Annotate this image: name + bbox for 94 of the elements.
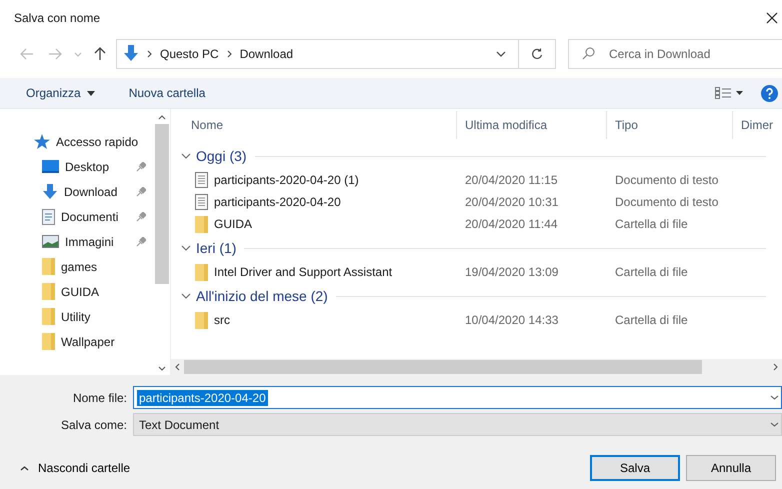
text-file-icon <box>195 194 208 210</box>
view-options-icon[interactable] <box>715 87 743 99</box>
chevron-icon <box>226 50 232 58</box>
table-cell-text: Cartella di file <box>614 313 689 327</box>
refresh-icon[interactable] <box>531 48 543 60</box>
pin-icon <box>136 212 146 222</box>
search-field[interactable]: Cerca in Download <box>568 39 782 69</box>
column-header[interactable]: Dimer <box>733 111 782 139</box>
pin-icon <box>136 162 146 172</box>
sidebar-item[interactable]: Accesso rapido <box>0 129 154 154</box>
caret-up-icon <box>20 466 29 470</box>
sidebar-label: games <box>61 260 98 274</box>
file-name[interactable]: src <box>214 313 230 327</box>
monitor-icon <box>42 160 59 173</box>
scroll-up-icon[interactable] <box>158 115 166 120</box>
sidebar-item[interactable]: Wallpaper <box>0 329 154 354</box>
download-icon <box>42 184 58 200</box>
folder-icon <box>195 216 208 232</box>
folder-icon <box>42 333 55 350</box>
group-header[interactable]: Oggi (3) <box>196 148 247 164</box>
table-cell-text: Documento di testo <box>614 173 720 187</box>
dropdown-icon[interactable] <box>770 395 779 400</box>
close-icon[interactable] <box>766 12 778 24</box>
field-label: Salva come: <box>60 418 128 432</box>
collapse-chevron-icon[interactable] <box>181 245 191 251</box>
sidebar-item[interactable]: games <box>0 254 154 279</box>
dialog-button[interactable]: Annulla <box>686 455 776 481</box>
collapse-chevron-icon[interactable] <box>181 153 191 159</box>
up-arrow-icon[interactable] <box>94 47 106 61</box>
sidebar-item[interactable]: Desktop <box>0 154 154 179</box>
caret-icon <box>86 90 95 96</box>
breadcrumb[interactable]: Questo PC <box>160 47 219 61</box>
search-icon <box>582 47 595 60</box>
dropdown-icon[interactable] <box>496 51 506 57</box>
column-header[interactable]: Ultima modifica <box>457 111 607 139</box>
folder-icon <box>42 308 55 325</box>
folder-icon <box>195 264 208 280</box>
file-type-dropdown[interactable]: Text Document <box>133 413 782 436</box>
file-name[interactable]: participants-2020-04-20 <box>214 195 341 209</box>
folder-icon <box>195 312 208 328</box>
dialog-button[interactable]: Salva <box>590 455 680 481</box>
toolbar-button[interactable]: Organizza <box>18 82 103 104</box>
sidebar-item[interactable]: Utility <box>0 304 154 329</box>
sidebar-label: Accesso rapido <box>56 134 140 148</box>
star-icon <box>34 134 50 149</box>
text-file-icon <box>195 172 208 188</box>
sidebar-item[interactable]: Download <box>0 179 154 204</box>
column-header[interactable]: Tipo <box>607 111 733 139</box>
sidebar-label: Immagini <box>65 234 115 248</box>
pin-icon <box>136 186 146 196</box>
group-header[interactable]: Ieri (1) <box>196 240 236 256</box>
hide-folders-toggle[interactable]: Nascondi cartelle <box>0 460 136 476</box>
table-cell-text: 10/04/2020 14:33 <box>464 313 560 327</box>
scroll-left-icon[interactable] <box>175 363 180 371</box>
help-icon[interactable] <box>761 84 778 102</box>
document-icon <box>42 208 55 224</box>
table-cell-text: Cartella di file <box>614 217 689 231</box>
sidebar-item[interactable]: GUIDA <box>0 279 154 304</box>
field-label: Nome file: <box>72 390 128 404</box>
column-header[interactable]: Nome <box>171 111 457 139</box>
sidebar-item[interactable]: Documenti <box>0 204 154 229</box>
sidebar-item[interactable]: Immagini <box>0 229 154 254</box>
chevron-icon <box>147 50 152 58</box>
sidebar-label: Download <box>64 184 118 198</box>
address-bar[interactable]: Questo PC Download <box>116 39 556 69</box>
sidebar-label: Utility <box>61 310 92 324</box>
file-name[interactable]: Intel Driver and Support Assistant <box>214 265 392 279</box>
window-title: Salva con nome <box>14 11 102 25</box>
scroll-down-icon[interactable] <box>158 366 166 371</box>
sidebar-label: Wallpaper <box>61 334 116 348</box>
dropdown-icon <box>770 422 779 427</box>
pin-icon <box>136 236 146 246</box>
table-cell-text: Cartella di file <box>614 265 689 279</box>
scrollbar[interactable] <box>171 359 782 375</box>
file-name-field[interactable]: participants-2020-04-20 <box>133 386 782 409</box>
group-header[interactable]: All'inizio del mese (2) <box>196 288 328 304</box>
table-cell-text: 19/04/2020 13:09 <box>464 265 560 279</box>
breadcrumb[interactable]: Download <box>240 47 294 61</box>
table-cell-text: Documento di testo <box>614 195 720 209</box>
table-cell-text: 20/04/2020 11:44 <box>464 217 559 231</box>
download-icon <box>123 45 139 63</box>
image-icon <box>42 235 59 248</box>
sidebar-label: Desktop <box>65 160 110 174</box>
file-name[interactable]: GUIDA <box>214 217 252 231</box>
table-cell-text: 20/04/2020 10:31 <box>464 195 560 209</box>
sidebar-label: Documenti <box>61 210 120 224</box>
collapse-chevron-icon[interactable] <box>181 293 191 299</box>
scroll-right-icon[interactable] <box>773 363 778 371</box>
sidebar-label: GUIDA <box>61 284 100 298</box>
toolbar-button[interactable]: Nuova cartella <box>120 82 214 104</box>
table-cell-text: 20/04/2020 11:15 <box>464 173 559 187</box>
file-name[interactable]: participants-2020-04-20 (1) <box>214 173 359 187</box>
folder-icon <box>42 283 55 300</box>
folder-icon <box>42 258 55 275</box>
